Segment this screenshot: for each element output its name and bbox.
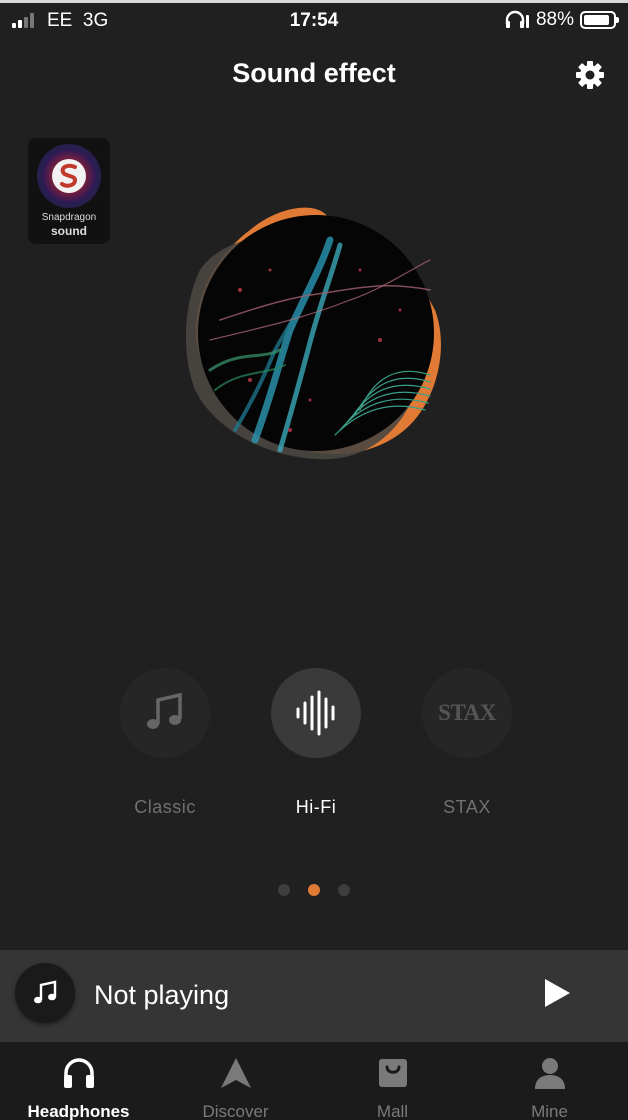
now-playing-artwork[interactable] [15, 963, 75, 1023]
tab-discover-label: Discover [202, 1102, 269, 1120]
tab-discover[interactable]: Discover [157, 1042, 314, 1120]
sound-visualizer-art [185, 207, 441, 460]
page-indicator [0, 884, 628, 896]
tab-mine-label: Mine [531, 1102, 568, 1120]
page-dot-1[interactable] [278, 884, 290, 896]
battery-fill [584, 15, 609, 25]
mode-hifi-label: Hi-Fi [295, 797, 337, 817]
battery-percentage: 88% [535, 9, 574, 30]
sound-mode-selector: Classic Hi-Fi STAX STAX [0, 668, 628, 828]
music-note-icon [147, 692, 182, 729]
music-note-icon [34, 980, 57, 1004]
mode-classic-button[interactable] [120, 668, 210, 758]
mode-hifi[interactable]: Hi-Fi [256, 668, 376, 818]
person-icon [534, 1058, 565, 1089]
play-icon[interactable] [542, 977, 572, 1009]
headphones-status-icon [505, 10, 529, 28]
headphones-icon [63, 1058, 94, 1088]
mode-stax-label: STAX [443, 797, 491, 817]
status-bar-top-line [0, 0, 628, 3]
mini-player[interactable]: Not playing [0, 950, 628, 1042]
tab-mine[interactable]: Mine [471, 1042, 628, 1120]
tab-mall-label: Mall [376, 1102, 409, 1120]
now-playing-status: Not playing [94, 980, 230, 1010]
sound-wave-icon [296, 690, 335, 736]
battery-icon [580, 11, 619, 29]
header: Sound effect [0, 42, 628, 108]
badge-line-1: Snapdragon [41, 212, 97, 223]
status-right: 88% [504, 9, 619, 31]
shopping-bag-icon [378, 1059, 407, 1087]
page-dot-3[interactable] [338, 884, 350, 896]
mode-classic-label: Classic [134, 797, 196, 817]
mode-hifi-button[interactable] [271, 668, 361, 758]
gear-icon[interactable] [574, 59, 606, 91]
page-dot-2-active[interactable] [308, 884, 320, 896]
mode-classic[interactable]: Classic [105, 668, 225, 818]
tab-headphones-label: Headphones [27, 1102, 130, 1120]
tab-headphones[interactable]: Headphones [0, 1042, 157, 1120]
mode-stax-button[interactable]: STAX [422, 668, 512, 758]
bottom-tab-bar: Headphones Discover Mall Mine [0, 1042, 628, 1120]
status-bar: EE 3G 17:54 88% [0, 0, 628, 42]
page-title: Sound effect [232, 58, 396, 88]
stax-logo: STAX [438, 700, 496, 725]
snapdragon-logo-icon [37, 144, 101, 208]
mode-stax[interactable]: STAX STAX [407, 668, 527, 818]
badge-line-2: sound [51, 224, 87, 238]
snapdragon-sound-badge: Snapdragon sound [28, 138, 110, 244]
tab-mall[interactable]: Mall [314, 1042, 471, 1120]
discover-icon [220, 1058, 251, 1088]
